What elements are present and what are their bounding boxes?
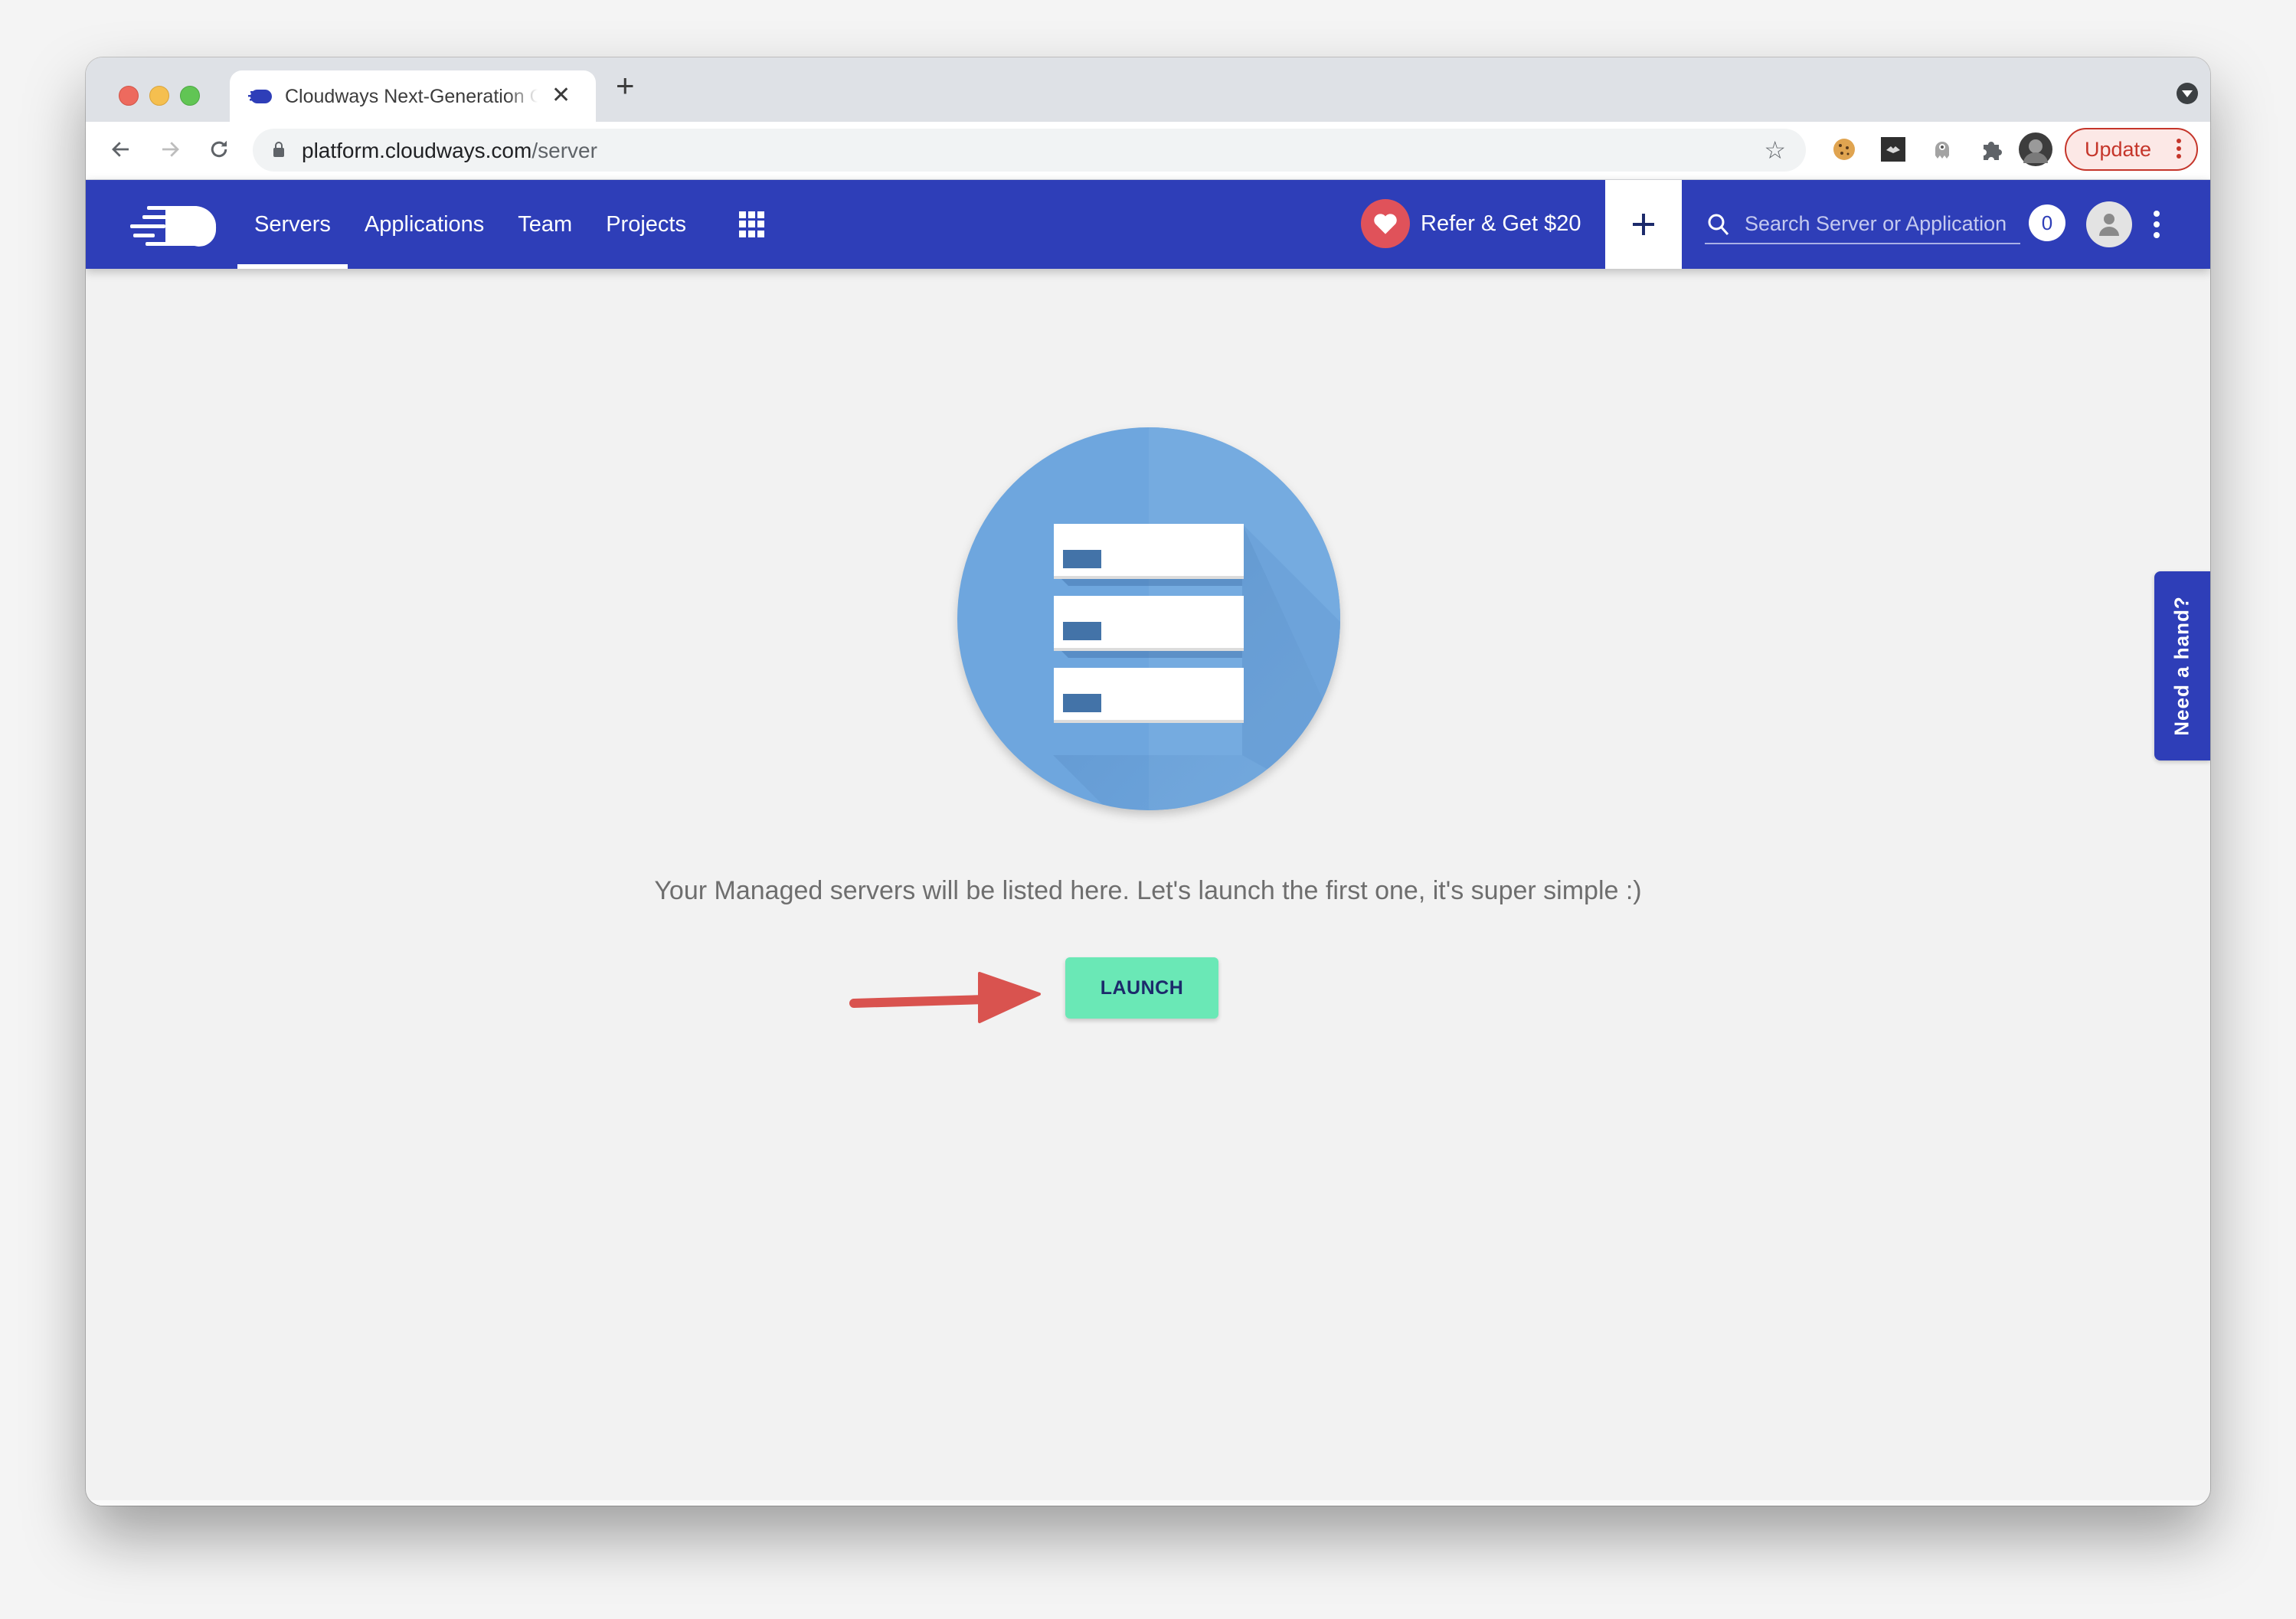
tab-strip: Cloudways Next-Generation Cloud Hosting … <box>86 57 2210 122</box>
url-text[interactable]: platform.cloudways.com/server <box>302 139 597 163</box>
tab-search-icon[interactable] <box>2177 83 2198 104</box>
arrow-right-icon[interactable] <box>153 132 187 166</box>
browser-tab[interactable]: Cloudways Next-Generation Cloud Hosting … <box>230 70 596 122</box>
profile-avatar[interactable] <box>2019 132 2052 166</box>
search-icon <box>1708 214 1729 235</box>
maximize-window-button[interactable] <box>180 86 200 106</box>
nav-team-label: Team <box>518 211 573 237</box>
nav-applications[interactable]: Applications <box>348 180 501 269</box>
browser-window: Cloudways Next-Generation Cloud Hosting … <box>86 57 2210 1506</box>
minimize-window-button[interactable] <box>149 86 169 106</box>
footer: © 2011-2021 Cloudways Ltd. All rights re… <box>86 1500 2210 1506</box>
kebab-menu-icon[interactable] <box>2154 211 2160 243</box>
refer-button[interactable]: Refer & Get $20 <box>1361 198 1581 249</box>
reload-icon[interactable] <box>202 132 236 166</box>
update-button[interactable]: Update <box>2065 128 2198 171</box>
empty-state-message: Your Managed servers will be listed here… <box>654 876 1642 905</box>
launch-button[interactable]: LAUNCH <box>1065 957 1218 1019</box>
plus-icon[interactable]: + <box>616 70 635 102</box>
tab-title: Cloudways Next-Generation Cloud Hosting <box>285 86 538 107</box>
star-icon[interactable]: ☆ <box>1764 138 1786 162</box>
app-navbar: Servers Applications Team Projects Refer… <box>86 180 2210 269</box>
refer-label: Refer & Get $20 <box>1421 211 1581 236</box>
need-a-hand-tab[interactable]: Need a hand? <box>2154 571 2210 760</box>
dark-extension-icon[interactable] <box>1879 136 1907 163</box>
lock-icon <box>273 142 284 157</box>
kebab-menu-icon <box>2177 139 2181 162</box>
notifications-badge[interactable]: 0 <box>2029 204 2065 241</box>
nav-projects[interactable]: Projects <box>589 180 703 269</box>
main-content: Your Managed servers will be listed here… <box>86 269 2210 1500</box>
notifications-count: 0 <box>2041 211 2053 234</box>
user-icon[interactable] <box>2086 201 2132 247</box>
main-nav: Servers Applications Team Projects <box>237 180 703 269</box>
update-label: Update <box>2085 137 2152 161</box>
red-arrow-annotation <box>849 972 1041 1023</box>
arrow-left-icon[interactable] <box>104 132 138 166</box>
cookie-extension-icon[interactable] <box>1830 136 1858 163</box>
cloudways-cloud-icon <box>248 90 272 103</box>
browser-toolbar: platform.cloudways.com/server ☆ Update <box>86 122 2210 181</box>
nav-servers[interactable]: Servers <box>237 180 348 269</box>
search-field[interactable] <box>1705 206 2022 244</box>
url-host: platform.cloudways.com <box>302 139 532 162</box>
need-a-hand-label: Need a hand? <box>2170 596 2194 736</box>
url-path: /server <box>531 139 597 162</box>
puzzle-extensions-icon[interactable] <box>1977 136 2005 163</box>
nav-applications-label: Applications <box>364 211 485 237</box>
ghost-extension-icon[interactable] <box>1928 136 1956 163</box>
close-window-button[interactable] <box>119 86 139 106</box>
search-input[interactable] <box>1743 206 2022 241</box>
cloudways-logo[interactable] <box>130 203 221 249</box>
nav-team[interactable]: Team <box>501 180 589 269</box>
nav-servers-label: Servers <box>254 211 331 237</box>
heart-icon <box>1361 199 1410 248</box>
add-button[interactable] <box>1605 180 1682 269</box>
close-icon[interactable]: ✕ <box>551 84 571 107</box>
nav-projects-label: Projects <box>606 211 686 237</box>
address-bar[interactable]: platform.cloudways.com/server ☆ <box>253 129 1806 172</box>
grid-icon[interactable] <box>739 211 765 237</box>
plus-icon <box>1633 214 1654 235</box>
servers-stack-illustration <box>957 427 1340 810</box>
